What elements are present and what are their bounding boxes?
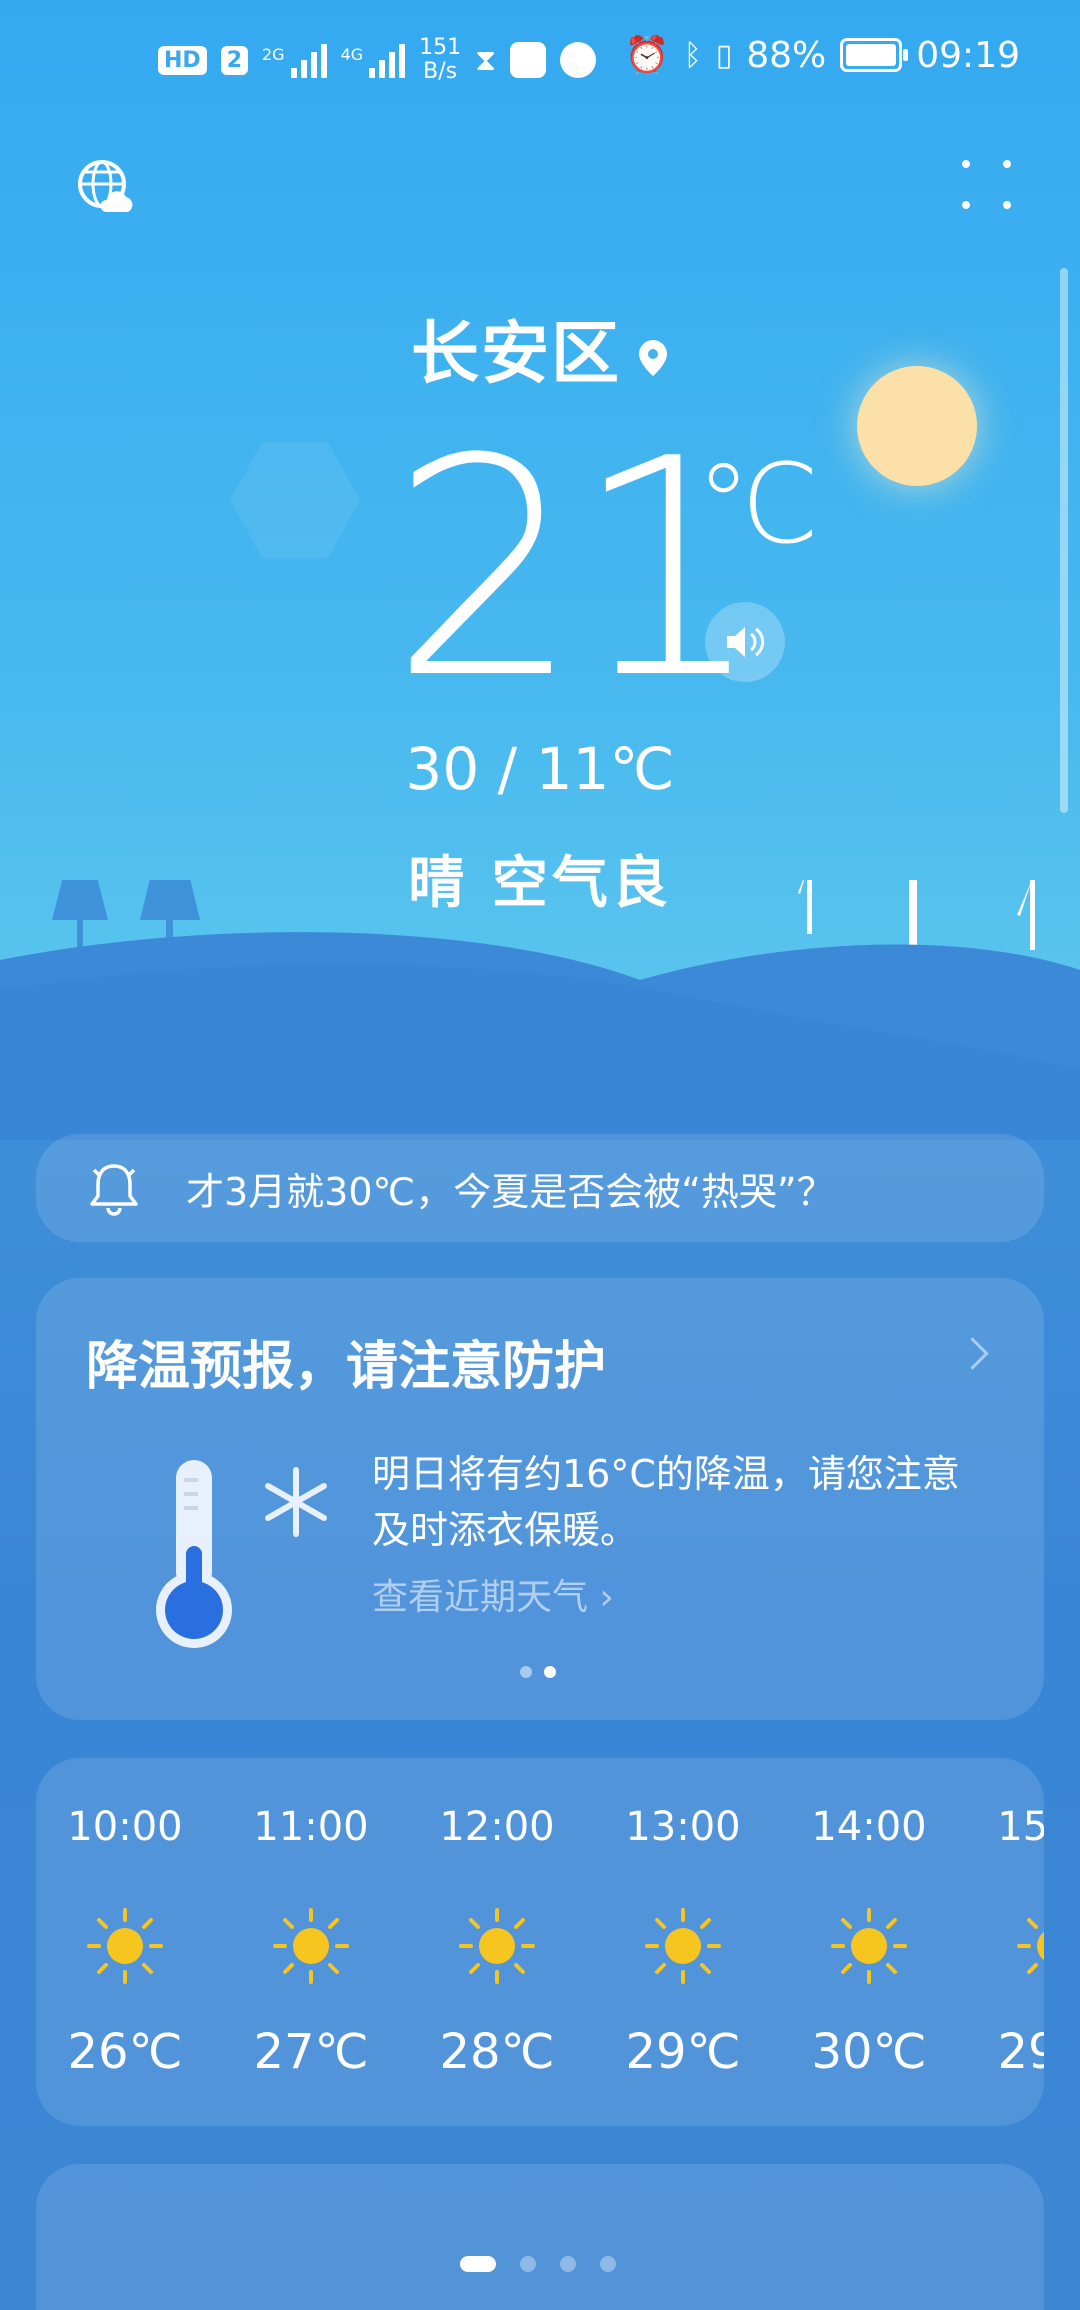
hour-time: 11:00 bbox=[253, 1804, 369, 1850]
chevron-right-icon[interactable] bbox=[956, 1337, 989, 1370]
hour-time: 10:00 bbox=[67, 1804, 183, 1850]
hourly-item: 11:00 27℃ bbox=[218, 1758, 404, 2126]
globe-cloud-icon[interactable] bbox=[76, 158, 134, 216]
hourglass-icon: ⧗ bbox=[475, 42, 497, 78]
hd-badge: HD bbox=[158, 45, 207, 75]
hourly-forecast-card[interactable]: 10:00 26℃ 11:00 27℃ 12:00 28℃ 13:00 29℃ 14:00 30℃… bbox=[36, 1758, 1044, 2126]
news-card[interactable]: 才3月就30℃，今夏是否会被“热哭”？ bbox=[36, 1134, 1044, 1242]
net-speed: 151 B/s bbox=[419, 36, 461, 84]
scrollbar[interactable] bbox=[1060, 268, 1068, 813]
alarm-icon: ⏰ bbox=[624, 35, 670, 76]
hour-temperature: 28℃ bbox=[439, 2024, 555, 2080]
sunny-icon bbox=[831, 1908, 907, 1984]
alert-pager bbox=[520, 1666, 556, 1678]
hourly-item: 15:00 29℃ bbox=[962, 1758, 1044, 2126]
sunny-icon bbox=[1017, 1918, 1044, 1974]
news-headline: 才3月就30℃，今夏是否会被“热哭”？ bbox=[186, 1169, 835, 1214]
alert-title: 降温预报，请注意防护 bbox=[86, 1337, 607, 1397]
next-card[interactable] bbox=[36, 2164, 1044, 2310]
sunny-icon bbox=[87, 1908, 163, 1984]
city-name: 长安区 bbox=[410, 315, 621, 394]
sunny-icon bbox=[273, 1908, 349, 1984]
net-speed-unit: B/s bbox=[423, 59, 458, 84]
hour-temperature: 29℃ bbox=[625, 2024, 741, 2080]
thermometer-snowflake-icon bbox=[156, 1460, 327, 1648]
hour-time: 14:00 bbox=[811, 1804, 927, 1850]
speaker-button[interactable] bbox=[705, 602, 785, 682]
location-pin-icon bbox=[639, 340, 667, 377]
speaker-icon bbox=[727, 627, 765, 657]
battery-percent: 88% bbox=[746, 34, 827, 76]
hour-temperature: 27℃ bbox=[253, 2024, 369, 2080]
pager-dot bbox=[520, 2256, 536, 2272]
landscape-illustration bbox=[0, 880, 1080, 1140]
signal-2g-icon: 2G bbox=[262, 42, 327, 78]
clock: 09:19 bbox=[916, 34, 1020, 76]
pager-dot-active bbox=[460, 2256, 496, 2272]
hourly-list: 10:00 26℃ 11:00 27℃ 12:00 28℃ 13:00 29℃ 14:00 30℃… bbox=[36, 1758, 1044, 2126]
pager-dot-active bbox=[544, 1666, 556, 1678]
audio-app-icon bbox=[560, 42, 597, 78]
cooling-alert-card[interactable]: 降温预报，请注意防护 明日将有约16°C的降温，请您注意及时添衣保暖。 查看近期… bbox=[36, 1278, 1044, 1720]
hourly-item: 13:00 29℃ bbox=[590, 1758, 776, 2126]
hour-time: 15:00 bbox=[997, 1804, 1044, 1850]
hourly-item: 12:00 28℃ bbox=[404, 1758, 590, 2126]
alert-message: 明日将有约16°C的降温，请您注意及时添衣保暖。 bbox=[372, 1452, 960, 1552]
weather-screen: HD 2 2G 4G 151 B/s ⧗ ⏰ ᛒ ▯ 88% 09:19 长安区… bbox=[0, 0, 1080, 2310]
wind-turbine-small bbox=[798, 880, 1035, 950]
hour-time: 13:00 bbox=[625, 1804, 741, 1850]
status-bar: HD 2 2G 4G 151 B/s ⧗ ⏰ ᛒ ▯ 88% 09:19 bbox=[0, 0, 1080, 120]
pager-dot bbox=[600, 2256, 616, 2272]
pager-dot bbox=[560, 2256, 576, 2272]
sunny-icon bbox=[645, 1908, 721, 1984]
health-app-icon bbox=[510, 42, 547, 78]
signal-4g-icon: 4G bbox=[341, 42, 406, 78]
hourly-item: 10:00 26℃ bbox=[36, 1758, 218, 2126]
bluetooth-icon: ᛒ bbox=[683, 37, 702, 73]
high-low-temperature: 30 / 11℃ bbox=[405, 735, 675, 803]
hour-temperature: 30℃ bbox=[811, 2024, 927, 2080]
location-title[interactable]: 长安区 bbox=[0, 298, 1080, 397]
decor-hexagon bbox=[230, 441, 360, 559]
view-recent-weather-link[interactable]: 查看近期天气 › bbox=[372, 1568, 614, 1620]
sunny-icon bbox=[459, 1908, 535, 1984]
bell-icon bbox=[90, 1164, 138, 1216]
hourly-item: 14:00 30℃ bbox=[776, 1758, 962, 2126]
net-speed-value: 151 bbox=[419, 35, 462, 60]
sim-badge: 2 bbox=[220, 45, 248, 75]
hour-time: 12:00 bbox=[439, 1804, 555, 1850]
temperature-unit: ℃ bbox=[696, 440, 820, 568]
hour-temperature: 26℃ bbox=[67, 2024, 183, 2080]
battery-icon bbox=[840, 38, 909, 72]
city-pager[interactable] bbox=[460, 2256, 616, 2272]
hour-temperature: 29℃ bbox=[997, 2024, 1045, 2080]
pager-dot bbox=[520, 1666, 532, 1678]
vibrate-icon: ▯ bbox=[715, 37, 733, 73]
more-menu-button[interactable] bbox=[962, 160, 1020, 218]
